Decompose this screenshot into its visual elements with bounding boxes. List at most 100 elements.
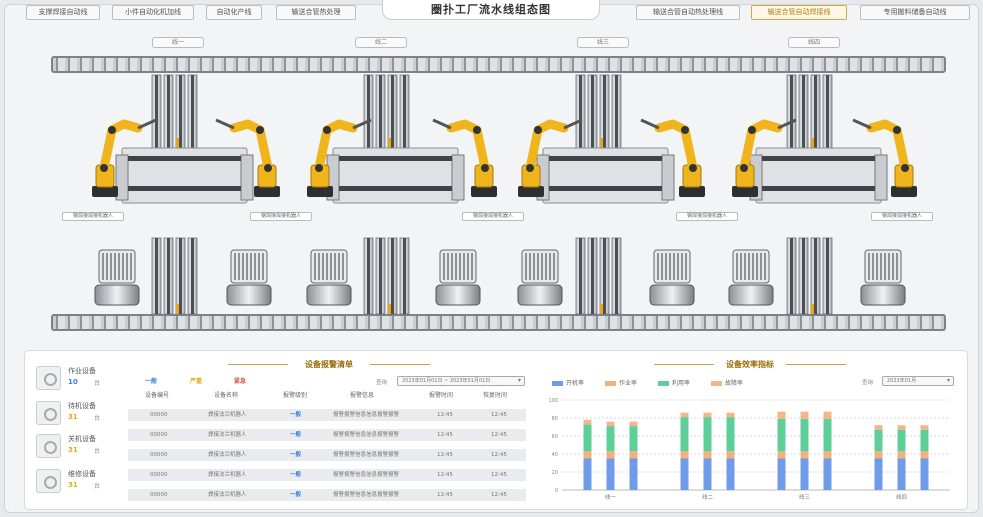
cell-alarm-info: 报警报警信息信息报警报警 xyxy=(333,412,400,418)
cell-device-name: 焊接法兰机器人 xyxy=(208,472,247,478)
bar-segment xyxy=(800,451,809,459)
stat-working[interactable]: 作业设备 10 台 xyxy=(36,366,108,390)
station-tag-2: 线二 xyxy=(355,37,407,48)
alarm-query-label: 查询 xyxy=(376,380,388,386)
tab-auto-welding-line[interactable]: 输送合管自动焊接线 xyxy=(751,5,847,20)
col-recovery-time: 恢复时间 xyxy=(483,392,508,399)
alarm-table-header: 设备编号 设备名称 报警级别 报警信息 报警时间 恢复时间 xyxy=(128,390,526,402)
bar-segment xyxy=(897,458,906,490)
bar-segment xyxy=(777,411,786,419)
stat-value: 31 xyxy=(68,413,78,421)
bar-segment xyxy=(606,451,615,459)
table-row[interactable]: 00000 焊接法兰机器人 一般 报警报警信息信息报警报警 12:45 12:4… xyxy=(128,469,526,481)
cell-alarm-info: 报警报警信息信息报警报警 xyxy=(333,452,400,458)
cell-device-id: 00000 xyxy=(150,452,168,458)
cell-alarm-time: 12:45 xyxy=(437,452,453,458)
robot-label-2: 钢焊接焊接机器人 xyxy=(250,212,312,221)
legend-item[interactable]: 故障率 xyxy=(711,378,743,387)
legend-item[interactable]: 开机率 xyxy=(552,378,584,387)
bar-segment xyxy=(920,458,929,490)
machine-icon xyxy=(36,401,61,425)
x-tick-label: 线一 xyxy=(605,493,617,501)
cell-device-name: 焊接法兰机器人 xyxy=(208,452,247,458)
bar-segment xyxy=(726,417,735,452)
cell-recovery-time: 12:45 xyxy=(491,492,507,498)
page-title: 圈扑工厂流水线组态图 xyxy=(382,0,600,20)
legend-label: 作业率 xyxy=(619,380,638,387)
table-row[interactable]: 00000 焊接法兰机器人 一般 报警报警信息信息报警报警 12:45 12:4… xyxy=(128,489,526,501)
bar-segment xyxy=(874,458,883,490)
stat-unit: 台 xyxy=(94,380,101,387)
alarm-date-range-picker[interactable]: 2023年01月01日 ~ 2023年01月01日 xyxy=(397,376,525,386)
bar-segment xyxy=(920,429,929,452)
machine-icon xyxy=(36,469,61,493)
bar-segment xyxy=(874,425,883,430)
tab-pipe-heat-treatment[interactable]: 输送合管热处理 xyxy=(276,5,356,20)
stat-shutdown[interactable]: 关机设备 31 台 xyxy=(36,434,108,458)
tab-small-parts-machining[interactable]: 小件自动化机加线 xyxy=(112,5,194,20)
stat-maintenance[interactable]: 维修设备 31 台 xyxy=(36,469,108,493)
cell-device-id: 00000 xyxy=(150,432,168,438)
stat-label: 维修设备 xyxy=(68,470,96,478)
station-tag-4: 线四 xyxy=(788,37,840,48)
filter-normal[interactable]: 一般 xyxy=(145,376,157,385)
bar-segment xyxy=(629,451,638,459)
cell-alarm-level: 一般 xyxy=(290,492,302,498)
cell-alarm-level: 一般 xyxy=(290,472,302,478)
bar-segment xyxy=(874,429,883,452)
bar-segment xyxy=(897,429,906,452)
y-tick-label: 100 xyxy=(548,398,558,404)
bar-segment xyxy=(629,426,638,452)
legend-item[interactable]: 作业率 xyxy=(605,378,637,387)
bar-segment xyxy=(703,412,712,418)
tab-auto-heat-treatment-line[interactable]: 输送合管自动热处理线 xyxy=(636,5,740,20)
col-device-name: 设备名称 xyxy=(214,392,239,399)
filter-serious[interactable]: 严重 xyxy=(190,376,202,385)
stat-label: 作业设备 xyxy=(68,367,96,375)
table-row[interactable]: 00000 焊接法兰机器人 一般 报警报警信息信息报警报警 12:45 12:4… xyxy=(128,409,526,421)
machine-icon xyxy=(36,434,61,458)
bar-segment xyxy=(897,425,906,430)
cell-alarm-level: 一般 xyxy=(290,432,302,438)
bar-segment xyxy=(920,425,929,430)
tab-material-storage-line[interactable]: 专用搬料储备自动线 xyxy=(860,5,970,20)
legend-label: 开机率 xyxy=(566,380,585,387)
stat-unit: 台 xyxy=(94,483,101,490)
bar-segment xyxy=(726,412,735,418)
cell-alarm-time: 12:45 xyxy=(437,472,453,478)
stat-label: 待机设备 xyxy=(68,402,96,410)
table-row[interactable]: 00000 焊接法兰机器人 一般 报警报警信息信息报警报警 12:45 12:4… xyxy=(128,449,526,461)
station-tag-3: 线三 xyxy=(577,37,629,48)
col-alarm-time: 报警时间 xyxy=(429,392,454,399)
table-row[interactable]: 00000 焊接法兰机器人 一般 报警报警信息信息报警报警 12:45 12:4… xyxy=(128,429,526,441)
tab-automation-line[interactable]: 自动化产线 xyxy=(206,5,262,20)
robot-label-5: 钢焊接焊接机器人 xyxy=(871,212,933,221)
x-tick-label: 线三 xyxy=(799,493,811,501)
bar-segment xyxy=(680,412,689,418)
cell-alarm-time: 12:45 xyxy=(437,492,453,498)
x-tick-label: 线二 xyxy=(702,493,714,501)
col-alarm-info: 报警信息 xyxy=(350,392,375,399)
bar-segment xyxy=(800,411,809,419)
tab-support-weld-line[interactable]: 支撑焊接自动线 xyxy=(26,5,100,20)
bar-segment xyxy=(703,417,712,452)
bar-segment xyxy=(823,458,832,490)
filter-urgent[interactable]: 紧急 xyxy=(234,376,246,385)
stat-standby[interactable]: 待机设备 31 台 xyxy=(36,401,108,425)
legend-item[interactable]: 利用率 xyxy=(658,378,690,387)
cell-alarm-time: 12:45 xyxy=(437,412,453,418)
cell-recovery-time: 12:45 xyxy=(491,472,507,478)
col-device-id: 设备编号 xyxy=(145,392,170,399)
efficiency-query-label: 查询 xyxy=(862,380,874,386)
y-tick-label: 0 xyxy=(555,488,558,494)
stat-unit: 台 xyxy=(94,415,101,422)
cell-alarm-level: 一般 xyxy=(290,412,302,418)
cell-device-id: 00000 xyxy=(150,472,168,478)
cell-recovery-time: 12:45 xyxy=(491,432,507,438)
bar-segment xyxy=(680,417,689,452)
col-alarm-level: 报警级别 xyxy=(283,392,308,399)
efficiency-date-picker[interactable]: 2023年01月 xyxy=(882,376,954,386)
bar-segment xyxy=(874,451,883,459)
bar-segment xyxy=(583,419,592,425)
robot-label-3: 钢焊接焊接机器人 xyxy=(462,212,524,221)
